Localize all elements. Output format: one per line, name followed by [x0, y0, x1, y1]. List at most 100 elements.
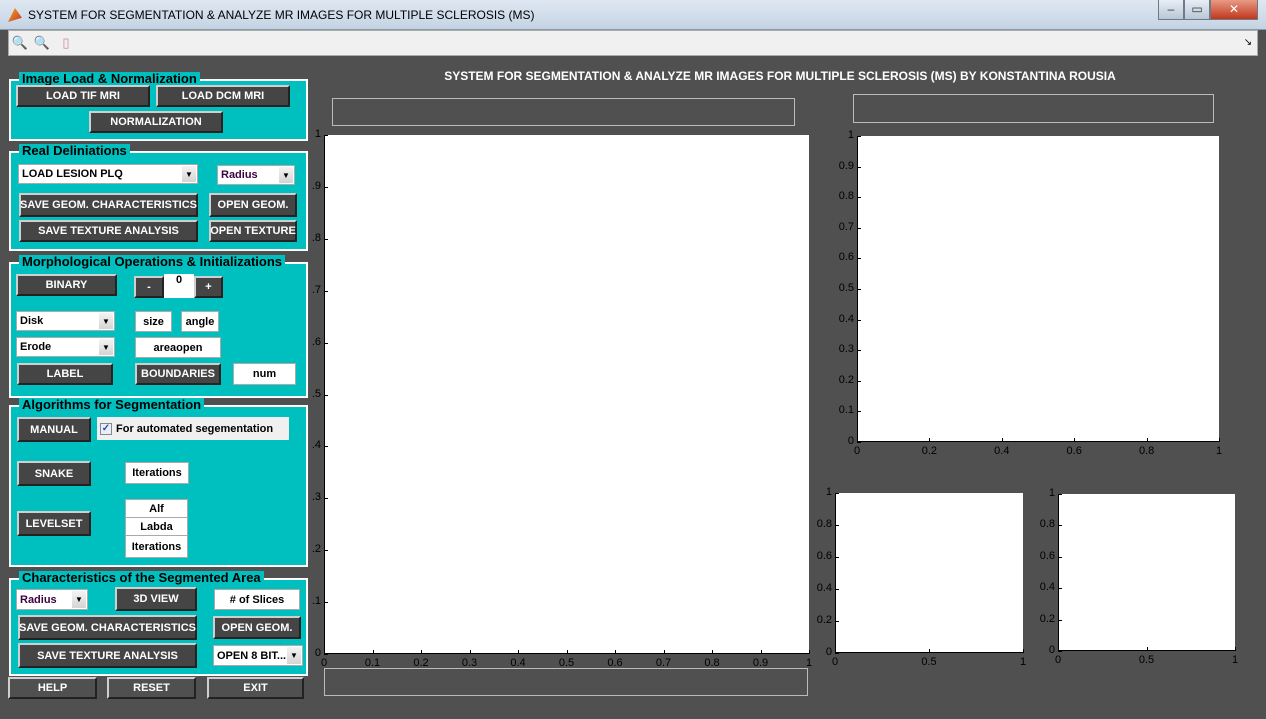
y-tick-label: 0.7	[838, 220, 854, 233]
characteristics-panel: Characteristics of the Segmented Area Ra…	[9, 571, 308, 676]
num-field[interactable]: num	[233, 363, 296, 385]
help-button[interactable]: HELP	[8, 677, 97, 699]
y-tick-mark	[857, 350, 861, 352]
boundaries-button[interactable]: BOUNDARIES	[135, 363, 221, 385]
y-tick-mark	[857, 442, 861, 443]
increment-button[interactable]: +	[194, 276, 223, 298]
x-tick-mark	[760, 650, 762, 654]
automated-checkbox[interactable]: ✓ For automated segementation	[97, 417, 289, 440]
zoom-out-icon[interactable]: 🔍	[33, 34, 51, 52]
panel-title: Real Deliniations	[19, 144, 130, 158]
y-tick-mark	[324, 290, 328, 292]
x-tick-label: 0.5	[1138, 654, 1155, 666]
chars-save-texture-button[interactable]: SAVE TEXTURE ANALYSIS	[18, 643, 197, 668]
y-tick-mark	[857, 411, 861, 413]
chevron-down-icon: ▼	[279, 167, 293, 183]
chars-open-geom-button[interactable]: OPEN GEOM.	[213, 616, 301, 639]
x-tick-mark	[1219, 438, 1220, 442]
chars-save-geom-button[interactable]: SAVE GEOM. CHARACTERISTICS	[18, 615, 197, 640]
x-tick-label: 0.4	[510, 657, 526, 669]
panel-title: Algorithms for Segmentation	[19, 398, 205, 412]
panel-title: Characteristics of the Segmented Area	[19, 571, 264, 585]
value-field[interactable]: 0	[164, 274, 194, 298]
decrement-button[interactable]: -	[134, 276, 164, 298]
x-tick-label: 0.6	[607, 657, 623, 669]
normalization-button[interactable]: NORMALIZATION	[89, 111, 223, 133]
chars-radius-select[interactable]: Radius ▼	[16, 589, 88, 610]
colorbar-icon[interactable]: ▯	[57, 34, 75, 52]
y-tick-label: 0.2	[816, 614, 832, 626]
reset-button[interactable]: RESET	[107, 677, 196, 699]
panel-title: Image Load & Normalization	[19, 72, 200, 86]
axes-bottom_right[interactable]	[1058, 494, 1235, 651]
3d-view-button[interactable]: 3D VIEW	[115, 587, 197, 611]
close-button[interactable]: ✕	[1210, 0, 1258, 20]
save-geom-button[interactable]: SAVE GEOM. CHARACTERISTICS	[19, 193, 198, 217]
maximize-button[interactable]: ▭	[1184, 0, 1210, 20]
operation-select-value: Erode	[20, 341, 52, 353]
chevron-down-icon: ▼	[72, 591, 86, 608]
y-tick-label: .5	[311, 387, 321, 400]
x-tick-label: 0.8	[704, 657, 720, 669]
zoom-in-icon[interactable]: 🔍	[11, 34, 29, 52]
axes-top_right[interactable]	[857, 136, 1219, 442]
axes-bottom_left[interactable]	[835, 493, 1023, 653]
x-tick-label: 1	[1019, 656, 1027, 668]
load-dcm-button[interactable]: LOAD DCM MRI	[156, 85, 290, 107]
shape-select-value: Disk	[20, 315, 44, 327]
dock-icon[interactable]: ↘	[1239, 34, 1257, 52]
x-tick-mark	[663, 650, 665, 654]
save-texture-button[interactable]: SAVE TEXTURE ANALYSIS	[19, 220, 198, 242]
radius-select[interactable]: Radius ▼	[217, 165, 295, 185]
open-texture-button[interactable]: OPEN TEXTURE	[209, 220, 297, 242]
load-tif-button[interactable]: LOAD TIF MRI	[16, 85, 150, 107]
lesion-select[interactable]: LOAD LESION PLQ ▼	[18, 164, 198, 184]
y-tick-label: 1	[1048, 487, 1055, 499]
status-box	[324, 668, 808, 696]
y-tick-mark	[324, 498, 328, 500]
binary-button[interactable]: BINARY	[16, 274, 117, 296]
title-bar: SYSTEM FOR SEGMENTATION & ANALYZE MR IMA…	[0, 0, 1266, 30]
snake-button[interactable]: SNAKE	[17, 461, 91, 486]
window-title: SYSTEM FOR SEGMENTATION & ANALYZE MR IMA…	[28, 8, 535, 22]
open-8bit-select[interactable]: OPEN 8 BIT... ▼	[213, 645, 303, 666]
alf-field[interactable]: Alf	[125, 499, 188, 518]
y-tick-label: 0.6	[816, 550, 832, 562]
exit-button[interactable]: EXIT	[207, 677, 304, 699]
y-tick-mark	[857, 258, 861, 260]
labda-field[interactable]: Labda	[125, 517, 188, 536]
shape-select[interactable]: Disk ▼	[16, 311, 115, 331]
slices-field[interactable]: # of Slices	[214, 589, 300, 610]
open-geom-button[interactable]: OPEN GEOM.	[209, 193, 297, 217]
y-tick-mark	[857, 227, 861, 229]
y-tick-mark	[1058, 494, 1062, 495]
radius-select-value: Radius	[221, 169, 258, 181]
angle-field[interactable]: angle	[181, 311, 219, 332]
y-tick-mark	[1058, 651, 1062, 652]
areaopen-field[interactable]: areaopen	[135, 337, 221, 358]
matlab-logo-icon	[8, 8, 22, 22]
y-tick-label: 0.6	[838, 251, 854, 264]
snake-iterations-field[interactable]: Iterations	[125, 462, 189, 484]
levelset-iterations-field[interactable]: Iterations	[125, 535, 188, 558]
manual-button[interactable]: MANUAL	[17, 417, 91, 442]
label-button[interactable]: LABEL	[17, 363, 113, 385]
y-tick-mark	[324, 394, 328, 396]
operation-select[interactable]: Erode ▼	[16, 337, 115, 357]
levelset-button[interactable]: LEVELSET	[17, 511, 91, 536]
size-field[interactable]: size	[135, 311, 172, 332]
x-tick-label: 0.7	[655, 657, 672, 669]
x-tick-mark	[421, 650, 422, 654]
y-tick-label: 0	[314, 647, 321, 659]
axes-main[interactable]	[324, 135, 809, 654]
y-tick-mark	[324, 446, 328, 448]
lesion-select-value: LOAD LESION PLQ	[22, 168, 123, 180]
y-tick-mark	[857, 319, 861, 321]
y-tick-mark	[835, 621, 839, 622]
y-tick-mark	[324, 342, 328, 344]
x-tick-label: 0.5	[921, 656, 937, 668]
minimize-button[interactable]: ‒	[1158, 0, 1184, 20]
y-tick-mark	[1058, 556, 1062, 558]
x-tick-mark	[615, 650, 616, 654]
x-tick-mark	[1146, 647, 1148, 651]
